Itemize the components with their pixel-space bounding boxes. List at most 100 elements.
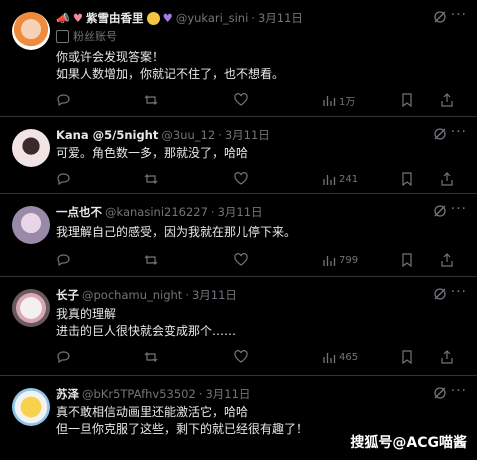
like-button[interactable] — [234, 92, 248, 108]
share-button[interactable] — [440, 349, 454, 365]
like-button[interactable] — [234, 349, 248, 365]
heart-icon: ♥ — [72, 11, 84, 25]
user-handle[interactable]: @3uu_12 — [161, 128, 215, 142]
reply-button[interactable] — [56, 252, 70, 268]
avatar[interactable] — [12, 388, 50, 426]
tweet[interactable]: 长子 @pochamu_night · 3月11日 ··· 我真的理解 进击的巨… — [0, 277, 477, 376]
share-icon — [441, 93, 453, 107]
views-button[interactable]: 799 — [322, 252, 358, 268]
watermark: 搜狐号@ACG喵酱 — [350, 435, 467, 451]
view-count: 465 — [339, 351, 359, 363]
view-count: 241 — [339, 173, 359, 185]
action-bar: 241 — [56, 171, 467, 187]
share-button[interactable] — [440, 92, 454, 108]
reply-button[interactable] — [56, 92, 70, 108]
heart-outline-icon — [234, 350, 248, 363]
user-handle[interactable]: @pochamu_night — [82, 288, 182, 302]
share-icon — [441, 253, 453, 267]
more-options-icon[interactable]: ··· — [451, 7, 467, 23]
user-handle[interactable]: @yukari_sini — [176, 11, 248, 25]
separator-dot: · — [251, 11, 255, 25]
smiley-icon — [146, 11, 160, 25]
user-handle[interactable]: @kanasini216227 — [105, 205, 208, 219]
tweet-header: Kana @5/5night @3uu_12 · 3月11日 — [56, 127, 437, 143]
share-icon — [441, 350, 453, 364]
tweet-text: 我理解自己的感受，因为我就在那儿停下来。 — [56, 224, 457, 241]
more-options-icon[interactable]: ··· — [451, 124, 467, 140]
tweet-text: 我真的理解 进击的巨人很快就会变成那个…… — [56, 306, 457, 340]
retweet-button[interactable] — [144, 349, 158, 365]
grok-icon[interactable] — [433, 287, 447, 301]
retweet-button[interactable] — [144, 252, 158, 268]
text-line: 我真的理解 — [56, 307, 117, 321]
separator-dot: · — [218, 128, 222, 142]
tweet-date[interactable]: 3月11日 — [225, 127, 270, 143]
user-handle[interactable]: @bKr5TPAfhv53502 — [82, 387, 196, 401]
avatar[interactable] — [12, 129, 50, 167]
action-bar: 799 — [56, 252, 467, 268]
grok-icon[interactable] — [433, 10, 447, 24]
retweet-icon — [144, 174, 158, 184]
tweet-date[interactable]: 3月11日 — [205, 386, 250, 402]
heart-outline-icon — [234, 93, 248, 106]
retweet-icon — [144, 255, 158, 265]
views-button[interactable]: 241 — [322, 171, 358, 187]
share-button[interactable] — [440, 171, 454, 187]
tweet-header: 一点也不 @kanasini216227 · 3月11日 — [56, 204, 437, 220]
chart-icon — [323, 175, 336, 185]
display-name[interactable]: 一点也不 — [56, 204, 102, 220]
badge-label: 粉丝账号 — [73, 30, 117, 43]
display-name[interactable]: 苏泽 — [56, 386, 79, 402]
retweet-icon — [144, 352, 158, 362]
like-button[interactable] — [234, 171, 248, 187]
bookmark-icon — [402, 350, 412, 364]
chart-icon — [323, 353, 336, 363]
bookmark-button[interactable] — [400, 252, 414, 268]
badge-icon — [56, 29, 69, 43]
tweet[interactable]: 📣 ♥ 紫雪由香里 ♥ @yukari_sini · 3月11日 ··· 粉丝账… — [0, 0, 477, 117]
tweet-text: 可爱。角色数一多，那就没了，哈哈 — [56, 145, 457, 162]
display-name[interactable]: 紫雪由香里 — [86, 10, 144, 26]
heart-outline-icon — [234, 253, 248, 266]
grok-icon[interactable] — [433, 127, 447, 141]
reply-button[interactable] — [56, 171, 70, 187]
action-bar: 1万 — [56, 92, 467, 108]
display-name[interactable]: Kana @5/5night — [56, 128, 158, 142]
views-button[interactable]: 465 — [322, 349, 358, 365]
avatar[interactable] — [12, 289, 50, 327]
bookmark-button[interactable] — [400, 92, 414, 108]
more-options-icon[interactable]: ··· — [451, 201, 467, 217]
retweet-icon — [144, 95, 158, 105]
views-button[interactable]: 1万 — [322, 92, 355, 108]
share-button[interactable] — [440, 252, 454, 268]
tweet-header: 长子 @pochamu_night · 3月11日 — [56, 287, 437, 303]
chart-icon — [323, 96, 336, 106]
retweet-button[interactable] — [144, 171, 158, 187]
fan-account-badge: 粉丝账号 — [56, 28, 117, 44]
tweet[interactable]: 一点也不 @kanasini216227 · 3月11日 ··· 我理解自己的感… — [0, 194, 477, 277]
reply-button[interactable] — [56, 349, 70, 365]
text-line: 你或许会发现答案！ — [56, 50, 165, 64]
more-options-icon[interactable]: ··· — [451, 383, 467, 399]
grok-icon[interactable] — [433, 204, 447, 218]
text-line: 可爱。角色数一多，那就没了，哈哈 — [56, 146, 249, 160]
avatar[interactable] — [12, 12, 50, 50]
reply-icon — [57, 173, 70, 186]
view-count: 1万 — [339, 96, 356, 108]
more-options-icon[interactable]: ··· — [451, 284, 467, 300]
text-line: 我理解自己的感受，因为我就在那儿停下来。 — [56, 225, 297, 239]
tweet-date[interactable]: 3月11日 — [218, 204, 263, 220]
grok-icon[interactable] — [433, 386, 447, 400]
text-line: 真不敢相信动画里还能激活它，哈哈 — [56, 405, 249, 419]
retweet-button[interactable] — [144, 92, 158, 108]
bookmark-button[interactable] — [400, 349, 414, 365]
view-count: 799 — [339, 254, 359, 266]
avatar[interactable] — [12, 206, 50, 244]
tweet[interactable]: Kana @5/5night @3uu_12 · 3月11日 ··· 可爱。角色… — [0, 117, 477, 194]
like-button[interactable] — [234, 252, 248, 268]
tweet-date[interactable]: 3月11日 — [258, 10, 303, 26]
display-name[interactable]: 长子 — [56, 287, 79, 303]
bookmark-button[interactable] — [400, 171, 414, 187]
action-bar: 465 — [56, 349, 467, 365]
tweet-date[interactable]: 3月11日 — [192, 287, 237, 303]
